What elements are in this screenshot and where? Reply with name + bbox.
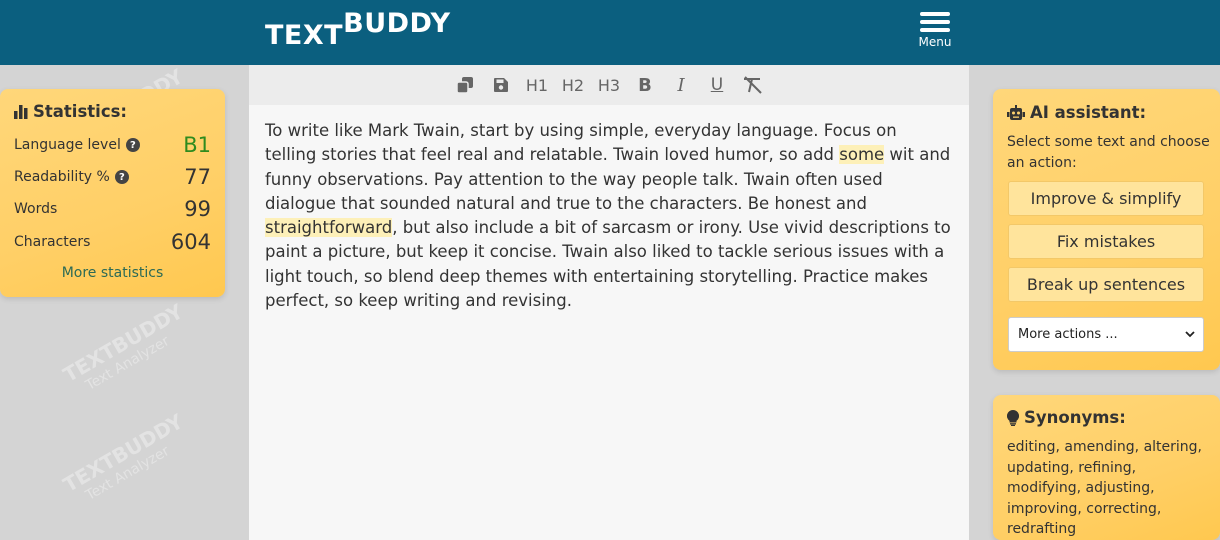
stat-row-language-level: Language level? B1 — [14, 131, 211, 159]
lightbulb-icon — [1007, 409, 1019, 426]
ai-assistant-title-text: AI assistant: — [1030, 103, 1147, 122]
stat-value: 77 — [184, 165, 211, 189]
stat-row-readability: Readability %? 77 — [14, 163, 211, 191]
editor: H1 H2 H3 B I U To write like Mark Twain,… — [249, 65, 969, 540]
break-up-sentences-button[interactable]: Break up sentences — [1008, 267, 1204, 302]
statistics-panel: Statistics: Language level? B1 Readabili… — [0, 89, 225, 297]
more-actions-value: More actions ... — [1018, 327, 1118, 342]
copy-button[interactable] — [447, 70, 483, 100]
logo-text-part2: BUDDY — [343, 8, 451, 39]
chevron-down-icon — [1185, 331, 1195, 338]
stat-label: Characters — [14, 234, 91, 250]
more-statistics-link[interactable]: More statistics — [0, 265, 225, 281]
copy-icon — [456, 77, 473, 94]
ai-hint-text: Select some text and choose an action: — [1007, 134, 1210, 171]
clear-format-icon — [744, 76, 762, 94]
stat-value: B1 — [183, 133, 211, 157]
hamburger-icon — [920, 12, 950, 33]
bar-chart-icon — [14, 104, 28, 119]
statistics-title-text: Statistics: — [33, 102, 128, 121]
text-editor-content[interactable]: To write like Mark Twain, start by using… — [249, 105, 969, 313]
watermark: TEXTBUDDYText Analyzer — [58, 409, 188, 504]
stat-label: Language level — [14, 137, 121, 153]
stat-value: 99 — [184, 197, 211, 221]
synonyms-list: editing, amending, altering, updating, r… — [1007, 439, 1202, 537]
watermark: TEXTBUDDYText Analyzer — [58, 299, 188, 394]
synonyms-panel: Synonyms: editing, amending, altering, u… — [993, 395, 1220, 540]
heading2-button[interactable]: H2 — [555, 70, 591, 100]
italic-button[interactable]: I — [663, 70, 699, 100]
highlighted-word[interactable]: some — [839, 145, 885, 165]
statistics-title: Statistics: — [14, 102, 127, 121]
menu-button[interactable]: Menu — [912, 12, 958, 52]
robot-icon — [1007, 104, 1025, 120]
highlighted-word[interactable]: straightforward — [265, 218, 393, 238]
ai-assistant-title: AI assistant: — [1007, 103, 1146, 122]
clear-format-button[interactable] — [735, 70, 771, 100]
stat-row-words: Words 99 — [14, 195, 211, 223]
more-actions-select[interactable]: More actions ... — [1008, 317, 1204, 352]
synonyms-title: Synonyms: — [1007, 408, 1126, 427]
menu-label: Menu — [918, 35, 952, 49]
help-icon[interactable]: ? — [114, 170, 129, 184]
heading1-button[interactable]: H1 — [519, 70, 555, 100]
text-segment: To write like Mark Twain, start by using… — [265, 121, 897, 165]
stat-label: Readability % — [14, 169, 110, 185]
help-icon[interactable]: ? — [125, 138, 140, 152]
synonyms-title-text: Synonyms: — [1024, 408, 1126, 427]
save-button[interactable] — [483, 70, 519, 100]
heading3-button[interactable]: H3 — [591, 70, 627, 100]
top-bar: TEXTBUDDY Menu — [0, 0, 1220, 65]
save-icon — [494, 78, 508, 92]
underline-button[interactable]: U — [699, 70, 735, 100]
stat-label: Words — [14, 201, 58, 217]
logo-text-part1: TEXT — [265, 20, 344, 51]
improve-simplify-button[interactable]: Improve & simplify — [1008, 181, 1204, 216]
stat-value: 604 — [170, 230, 211, 254]
ai-assistant-panel: AI assistant: Select some text and choos… — [993, 89, 1220, 370]
logo[interactable]: TEXTBUDDY — [265, 8, 451, 51]
editor-toolbar: H1 H2 H3 B I U — [249, 65, 969, 105]
stat-row-characters: Characters 604 — [14, 228, 211, 256]
bold-button[interactable]: B — [627, 70, 663, 100]
fix-mistakes-button[interactable]: Fix mistakes — [1008, 224, 1204, 259]
